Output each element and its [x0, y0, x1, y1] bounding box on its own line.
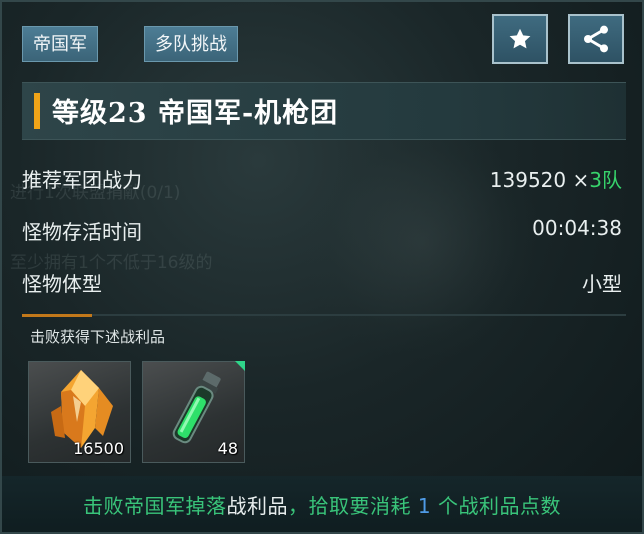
loot-item-count: 16500: [73, 439, 124, 458]
share-button[interactable]: [568, 14, 624, 64]
loot-label: 击败获得下述战利品: [30, 328, 166, 346]
faction-tag: 帝国军: [22, 26, 98, 62]
recommended-power-row: 推荐军团战力 139520 ×3队: [22, 164, 622, 198]
footer-text-part3: ，拾取要消耗: [288, 494, 418, 518]
footer-hint-bar: 击败帝国军掉落战利品，拾取要消耗 1 个战利品点数: [2, 476, 642, 532]
footer-text-part1: 击败帝国军掉落: [83, 494, 227, 518]
loot-item-count: 48: [217, 439, 238, 458]
monster-title: 等级23 帝国军-机枪团: [52, 98, 339, 129]
loot-item-amber-crystal[interactable]: 16500: [28, 361, 131, 463]
title-bar: 等级23 帝国军-机枪团: [22, 82, 626, 140]
monster-size-label: 怪物体型: [22, 272, 102, 296]
monster-size-value: 小型: [582, 272, 622, 296]
monster-size-row: 怪物体型 小型: [22, 268, 622, 302]
item-corner-marker: [235, 361, 245, 371]
power-multiplier: ×: [572, 168, 590, 192]
title-accent-bar: [34, 93, 40, 129]
team-count: 3队: [589, 168, 622, 192]
survival-time-label: 怪物存活时间: [22, 220, 142, 244]
survival-time-value: 00:04:38: [532, 216, 622, 240]
footer-hint-text: 击败帝国军掉落战利品，拾取要消耗 1 个战利品点数: [2, 490, 642, 519]
survival-time-row: 怪物存活时间 00:04:38: [22, 216, 622, 250]
favorite-button[interactable]: [492, 14, 548, 64]
divider: [22, 314, 626, 316]
footer-text-loot: 战利品: [226, 494, 289, 518]
recommended-power-label: 推荐军团战力: [22, 168, 142, 192]
divider-accent: [22, 314, 92, 317]
recommended-power-value: 139520 ×3队: [490, 164, 622, 193]
footer-text-part5: 个战利品点数: [431, 494, 561, 518]
monster-info-panel: 进行1次联盟捐献(0/1) 至少拥有1个不低于16级的 帝国军 多队挑战 等级2…: [0, 0, 644, 534]
power-number: 139520: [489, 168, 567, 192]
share-icon: [584, 25, 608, 53]
footer-text-cost: 1: [417, 494, 432, 518]
loot-item-green-vial[interactable]: 48: [142, 361, 245, 463]
star-icon: [509, 28, 531, 49]
mode-tag: 多队挑战: [144, 26, 238, 62]
